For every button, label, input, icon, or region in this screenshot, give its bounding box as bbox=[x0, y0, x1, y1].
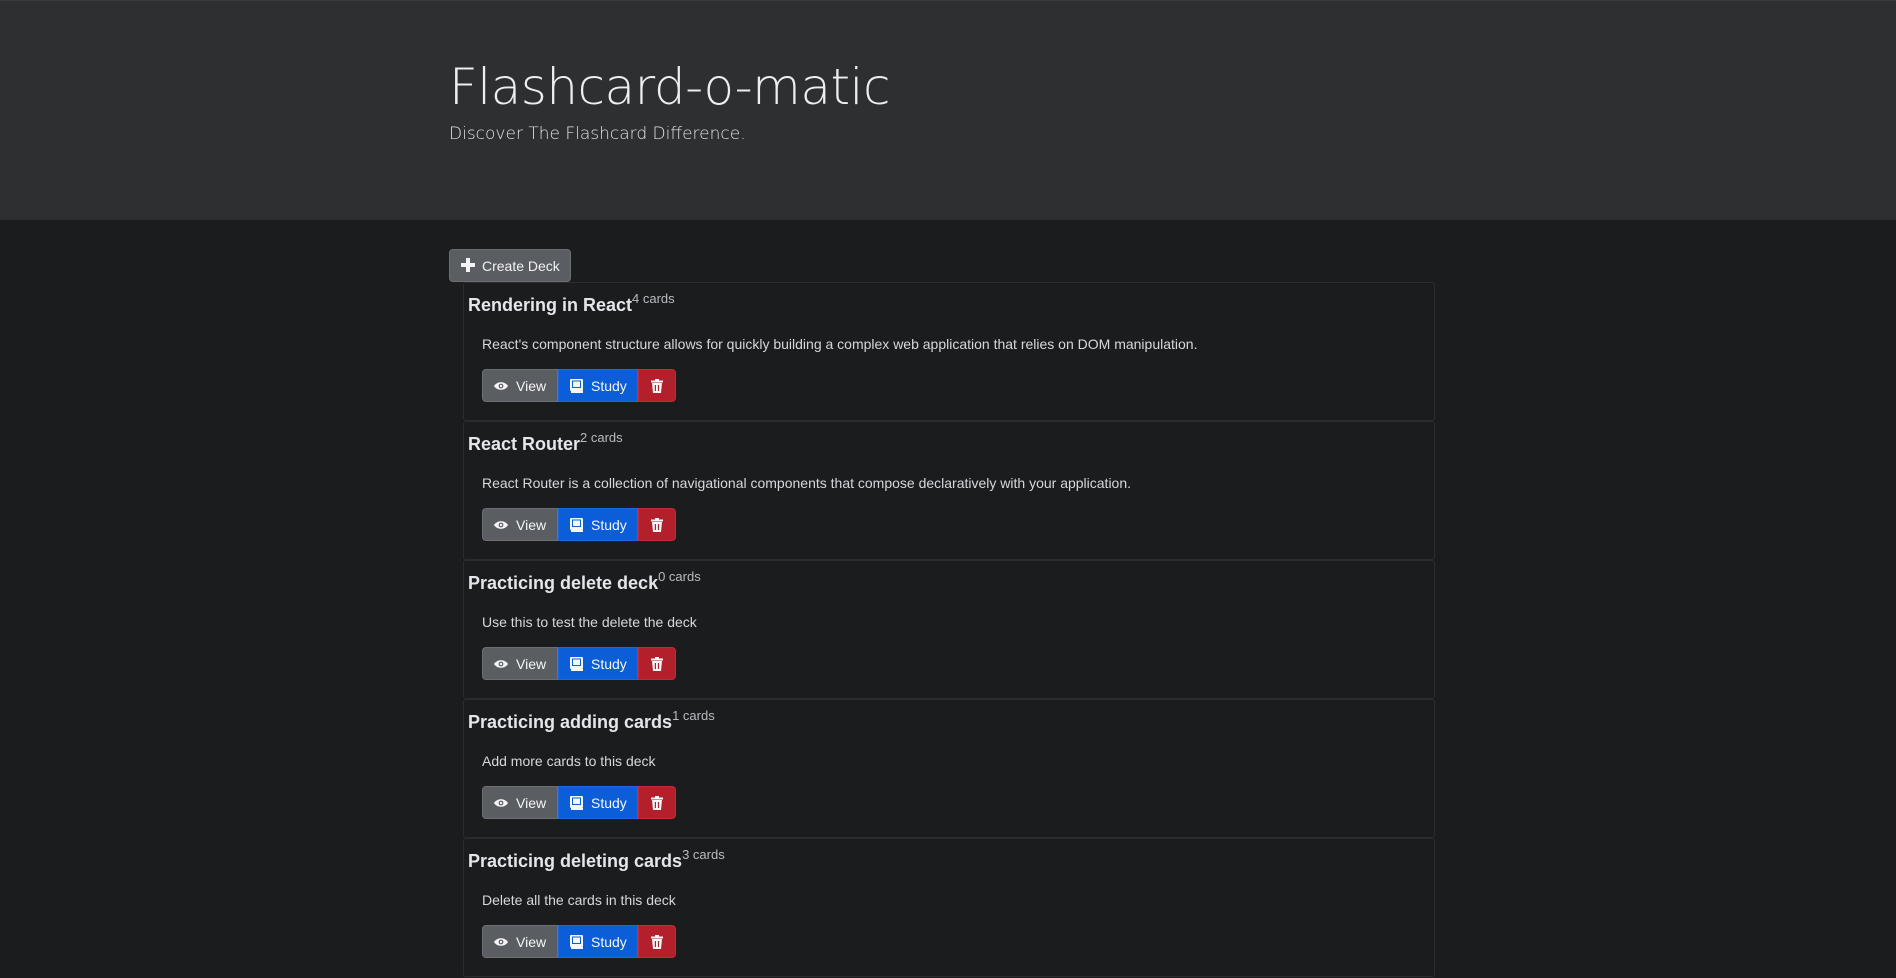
header-content: Flashcard-o-matic Discover The Flashcard… bbox=[449, 57, 890, 145]
deck-actions: View Study bbox=[482, 369, 676, 402]
book-icon bbox=[570, 795, 583, 810]
delete-deck-button[interactable] bbox=[638, 647, 676, 680]
deck-description: Add more cards to this deck bbox=[482, 753, 656, 769]
deck-actions: View Study bbox=[482, 508, 676, 541]
header-jumbotron: Flashcard-o-matic Discover The Flashcard… bbox=[0, 0, 1896, 220]
view-button[interactable]: View bbox=[482, 508, 558, 541]
view-label: View bbox=[516, 516, 547, 533]
view-button[interactable]: View bbox=[482, 786, 558, 819]
deck-title: Practicing deleting cards bbox=[468, 851, 683, 871]
view-label: View bbox=[516, 794, 547, 811]
eye-icon bbox=[494, 798, 508, 808]
deck-title: Practicing delete deck bbox=[468, 573, 659, 593]
eye-icon bbox=[494, 659, 508, 669]
page-subtitle: Discover The Flashcard Difference. bbox=[449, 124, 746, 144]
study-label: Study bbox=[591, 794, 627, 811]
deck-card: Rendering in React4 cards React's compon… bbox=[463, 282, 1435, 421]
deck-description: Use this to test the delete the deck bbox=[482, 614, 697, 630]
delete-deck-button[interactable] bbox=[638, 925, 676, 958]
delete-deck-button[interactable] bbox=[638, 786, 676, 819]
deck-card-count: 1 cards bbox=[672, 708, 715, 723]
deck-actions: View Study bbox=[482, 786, 676, 819]
deck-card: Practicing adding cards1 cards Add more … bbox=[463, 699, 1435, 838]
view-button[interactable]: View bbox=[482, 925, 558, 958]
eye-icon bbox=[494, 381, 508, 391]
create-deck-label: Create Deck bbox=[482, 257, 560, 274]
eye-icon bbox=[494, 520, 508, 530]
deck-card: Practicing deleting cards3 cards Delete … bbox=[463, 838, 1435, 977]
view-button[interactable]: View bbox=[482, 369, 558, 402]
deck-card-count: 4 cards bbox=[632, 291, 675, 306]
deck-title: Rendering in React bbox=[468, 295, 633, 315]
book-icon bbox=[570, 378, 583, 393]
study-button[interactable]: Study bbox=[558, 925, 638, 958]
eye-icon bbox=[494, 937, 508, 947]
trash-icon bbox=[651, 517, 663, 532]
trash-icon bbox=[651, 934, 663, 949]
deck-description: React's component structure allows for q… bbox=[482, 336, 1198, 352]
plus-icon bbox=[461, 257, 475, 272]
view-button[interactable]: View bbox=[482, 647, 558, 680]
trash-icon bbox=[651, 378, 663, 393]
study-label: Study bbox=[591, 933, 627, 950]
trash-icon bbox=[651, 795, 663, 810]
deck-card-count: 3 cards bbox=[682, 847, 725, 862]
deck-description: React Router is a collection of navigati… bbox=[482, 475, 1132, 491]
study-button[interactable]: Study bbox=[558, 647, 638, 680]
trash-icon bbox=[651, 656, 663, 671]
book-icon bbox=[570, 517, 583, 532]
study-button[interactable]: Study bbox=[558, 508, 638, 541]
study-label: Study bbox=[591, 377, 627, 394]
deck-description: Delete all the cards in this deck bbox=[482, 892, 676, 908]
view-label: View bbox=[516, 377, 547, 394]
deck-actions: View Study bbox=[482, 647, 676, 680]
create-deck-button[interactable]: Create Deck bbox=[449, 249, 571, 282]
delete-deck-button[interactable] bbox=[638, 508, 676, 541]
deck-list: Rendering in React4 cards React's compon… bbox=[463, 282, 1435, 977]
study-button[interactable]: Study bbox=[558, 786, 638, 819]
view-label: View bbox=[516, 655, 547, 672]
deck-card-count: 2 cards bbox=[580, 430, 623, 445]
study-label: Study bbox=[591, 516, 627, 533]
book-icon bbox=[570, 934, 583, 949]
deck-card-count: 0 cards bbox=[658, 569, 701, 584]
deck-title: Practicing adding cards bbox=[468, 712, 673, 732]
view-label: View bbox=[516, 933, 547, 950]
deck-title: React Router bbox=[468, 434, 581, 454]
deck-card: Practicing delete deck0 cards Use this t… bbox=[463, 560, 1435, 699]
page-title: Flashcard-o-matic bbox=[449, 58, 890, 116]
deck-actions: View Study bbox=[482, 925, 676, 958]
study-label: Study bbox=[591, 655, 627, 672]
study-button[interactable]: Study bbox=[558, 369, 638, 402]
delete-deck-button[interactable] bbox=[638, 369, 676, 402]
book-icon bbox=[570, 656, 583, 671]
deck-card: React Router2 cards React Router is a co… bbox=[463, 421, 1435, 560]
